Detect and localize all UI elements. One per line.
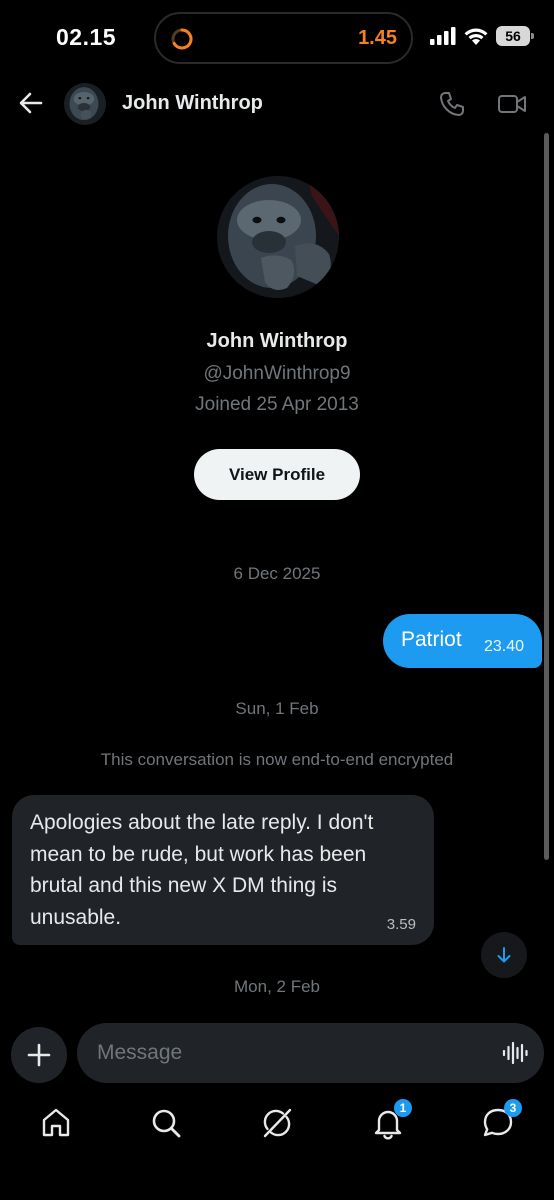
nav-grok[interactable]	[259, 1105, 295, 1141]
conversation-header: John Winthrop	[0, 76, 554, 136]
profile-handle: @JohnWinthrop9	[203, 363, 351, 384]
home-icon	[42, 1108, 70, 1137]
plus-icon	[27, 1043, 51, 1067]
profile-joined-date: Joined 25 Apr 2013	[195, 394, 359, 415]
nav-search[interactable]	[148, 1105, 184, 1141]
wifi-icon	[464, 28, 488, 45]
nav-messages[interactable]: 3	[480, 1099, 522, 1141]
arrow-down-icon	[497, 947, 511, 963]
encryption-notice: This conversation is now end-to-end encr…	[100, 750, 454, 769]
outgoing-message[interactable]: Patriot 23.40	[383, 614, 542, 668]
island-value: 1.45	[358, 27, 397, 49]
view-profile-button[interactable]: View Profile	[194, 449, 360, 500]
search-icon	[152, 1109, 181, 1138]
home-indicator	[212, 1186, 342, 1191]
messages-badge: 3	[504, 1099, 522, 1117]
back-arrow-icon[interactable]	[16, 88, 46, 118]
signal-icon	[430, 27, 456, 45]
profile-name: John Winthrop	[206, 330, 348, 352]
dynamic-island[interactable]: 1.45	[154, 12, 413, 64]
message-text: Apologies about the late reply. I don't …	[30, 811, 374, 929]
phone-icon[interactable]	[438, 90, 466, 118]
grok-icon	[263, 1108, 292, 1138]
nav-home[interactable]	[38, 1105, 74, 1141]
status-time: 02.15	[56, 24, 117, 50]
incoming-message[interactable]: Apologies about the late reply. I don't …	[12, 795, 434, 945]
date-separator: Mon, 2 Feb	[234, 977, 320, 996]
message-text: Patriot	[401, 628, 462, 651]
gorilla-avatar-icon	[217, 176, 339, 298]
profile-avatar[interactable]	[217, 176, 339, 298]
status-bar: 02.15 1.45 56	[0, 0, 554, 76]
scroll-to-bottom-button[interactable]	[481, 932, 527, 978]
voice-waveform-icon[interactable]	[502, 1040, 528, 1066]
message-composer[interactable]	[77, 1023, 544, 1083]
message-time: 3.59	[386, 916, 416, 933]
avatar[interactable]	[64, 83, 106, 125]
status-icons: 56	[430, 24, 534, 48]
battery-icon: 56	[496, 26, 534, 46]
date-separator: 6 Dec 2025	[233, 564, 321, 583]
nav-notifications[interactable]: 1	[370, 1099, 412, 1141]
message-input[interactable]	[97, 1023, 477, 1083]
add-attachment-button[interactable]	[11, 1027, 67, 1083]
date-separator: Sun, 1 Feb	[235, 699, 319, 718]
message-time: 23.40	[483, 638, 524, 655]
bottom-navigation: 1 3	[0, 1095, 554, 1155]
notification-badge: 1	[394, 1099, 412, 1117]
gorilla-avatar-icon	[64, 83, 106, 125]
progress-ring-icon	[171, 28, 193, 50]
video-camera-icon[interactable]	[497, 91, 527, 117]
contact-name[interactable]: John Winthrop	[122, 92, 263, 115]
